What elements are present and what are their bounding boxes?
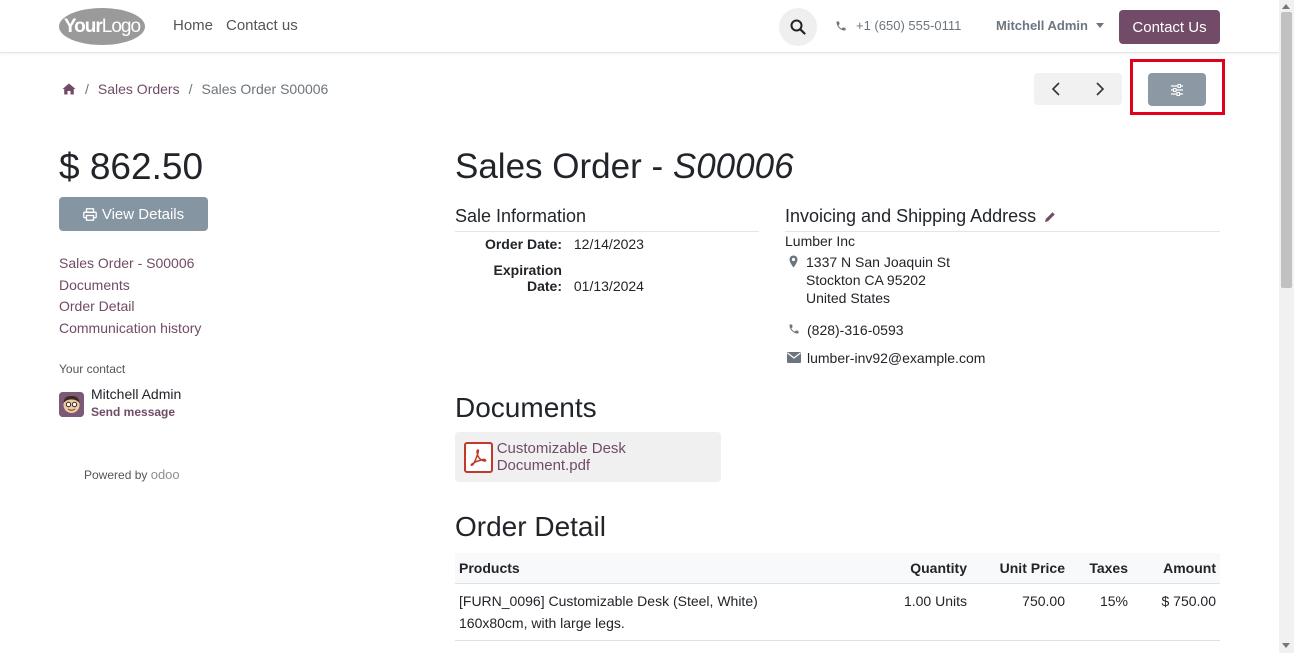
table-header-row: Products Quantity Unit Price Taxes Amoun… [455, 553, 1220, 584]
address-email: lumber-inv92@example.com [807, 350, 986, 366]
powered-by: Powered by odoo [84, 467, 180, 482]
sale-information-heading: Sale Information [455, 206, 759, 232]
logo-text-part2: Logo [101, 15, 141, 37]
column-unit-price: Unit Price [971, 553, 1069, 584]
address-heading-text: Invoicing and Shipping Address [785, 206, 1037, 226]
page-title-ref: S00006 [672, 147, 794, 186]
envelope-icon [787, 352, 801, 363]
order-date-label: Order Date: [484, 236, 562, 252]
send-message-link[interactable]: Send message [91, 405, 175, 419]
column-quantity: Quantity [895, 553, 971, 584]
sidebar-link-communication-history[interactable]: Communication history [59, 319, 201, 341]
chevron-right-icon [1096, 82, 1105, 96]
breadcrumb-separator: / [85, 81, 89, 97]
expiration-date-label: Expiration Date: [493, 262, 562, 294]
next-record-button[interactable] [1078, 73, 1122, 105]
sidebar-nav: Sales Order - S00006 Documents Order Det… [59, 254, 201, 341]
product-cell: [FURN_0096] Customizable Desk (Steel, Wh… [455, 583, 895, 641]
company-logo[interactable]: Your Logo [59, 8, 145, 45]
view-details-button[interactable]: View Details [59, 197, 208, 231]
map-marker-icon [789, 255, 798, 268]
taxes-cell: 15% [1069, 583, 1132, 641]
order-date-value: 12/14/2023 [573, 236, 644, 252]
contact-name: Mitchell Admin [91, 386, 182, 402]
column-amount: Amount [1132, 553, 1220, 584]
address-phone: (828)-316-0593 [807, 322, 904, 338]
print-icon [83, 207, 97, 221]
product-description: 160x80cm, with large legs. [459, 614, 625, 631]
search-icon [790, 19, 806, 35]
highlight-annotation [1130, 59, 1225, 115]
user-menu-name: Mitchell Admin [996, 18, 1088, 33]
scroll-up-arrow-icon[interactable] [1282, 4, 1290, 9]
chevron-left-icon [1051, 82, 1060, 96]
breadcrumb-current: Sales Order S00006 [201, 81, 329, 97]
table-row: [FURN_0096] Customizable Desk (Steel, Wh… [455, 583, 1220, 641]
document-attachment[interactable]: Customizable Desk Document.pdf [455, 432, 721, 482]
order-date-row: Order Date: 12/14/2023 [459, 236, 644, 252]
address-company: Lumber Inc [785, 233, 856, 249]
scrollbar-thumb[interactable] [1281, 12, 1292, 288]
order-total-amount: $ 862.50 [59, 146, 204, 187]
page-title: Sales Order - S00006 [455, 147, 794, 187]
breadcrumb-sales-orders[interactable]: Sales Orders [98, 81, 180, 97]
scroll-down-arrow-icon[interactable] [1282, 643, 1290, 648]
header-phone-number: +1 (650) 555-0111 [856, 18, 962, 33]
sidebar-link-sales-order[interactable]: Sales Order - S00006 [59, 254, 201, 276]
address-heading: Invoicing and Shipping Address [785, 206, 1220, 232]
address-street: 1337 N San Joaquin St [806, 254, 950, 270]
amount-cell: $ 750.00 [1132, 583, 1220, 641]
nav-contact-us[interactable]: Contact us [226, 17, 298, 34]
contact-us-button[interactable]: Contact Us [1119, 10, 1220, 44]
sidebar-link-order-detail[interactable]: Order Detail [59, 297, 201, 319]
document-file-name: Customizable Desk Document.pdf [496, 440, 626, 474]
order-detail-heading: Order Detail [455, 511, 606, 542]
nav-home[interactable]: Home [173, 17, 213, 34]
pencil-icon[interactable] [1044, 211, 1056, 223]
unit-price-cell: 750.00 [971, 583, 1069, 641]
phone-icon [836, 21, 846, 30]
breadcrumb: / Sales Orders / Sales Order S00006 [62, 81, 328, 97]
order-lines-table: Products Quantity Unit Price Taxes Amoun… [455, 553, 1220, 641]
powered-by-label: Powered by [84, 468, 148, 482]
top-navbar: Your Logo Home Contact us +1 (650) 555-01… [0, 0, 1279, 53]
home-icon[interactable] [62, 83, 76, 95]
previous-record-button[interactable] [1034, 73, 1078, 105]
expiration-date-row: Expiration Date: 01/13/2024 [459, 262, 644, 294]
documents-heading: Documents [455, 392, 597, 423]
sidebar-link-documents[interactable]: Documents [59, 276, 201, 298]
pdf-file-icon [464, 441, 493, 473]
record-pager [1034, 73, 1122, 105]
breadcrumb-separator: / [188, 81, 193, 97]
chevron-down-icon [1095, 23, 1104, 28]
odoo-brand-link[interactable]: odoo [151, 467, 180, 482]
search-button[interactable] [779, 8, 817, 46]
page-scrollbar[interactable] [1279, 0, 1294, 653]
column-products: Products [455, 553, 895, 584]
phone-icon [789, 324, 799, 334]
product-name: [FURN_0096] Customizable Desk (Steel, Wh… [459, 592, 758, 609]
address-country: United States [806, 290, 891, 306]
expiration-date-value: 01/13/2024 [573, 278, 644, 294]
page-title-prefix: Sales Order - [455, 147, 673, 186]
avatar [59, 392, 84, 417]
column-taxes: Taxes [1069, 553, 1132, 584]
your-contact-label: Your contact [59, 362, 126, 376]
user-menu-dropdown[interactable]: Mitchell Admin [996, 18, 1104, 33]
header-phone[interactable]: +1 (650) 555-0111 [835, 18, 961, 33]
address-city: Stockton CA 95202 [806, 272, 926, 288]
view-details-label: View Details [101, 205, 185, 223]
quantity-cell: 1.00 Units [895, 583, 971, 641]
logo-text-part1: Your [63, 15, 103, 37]
